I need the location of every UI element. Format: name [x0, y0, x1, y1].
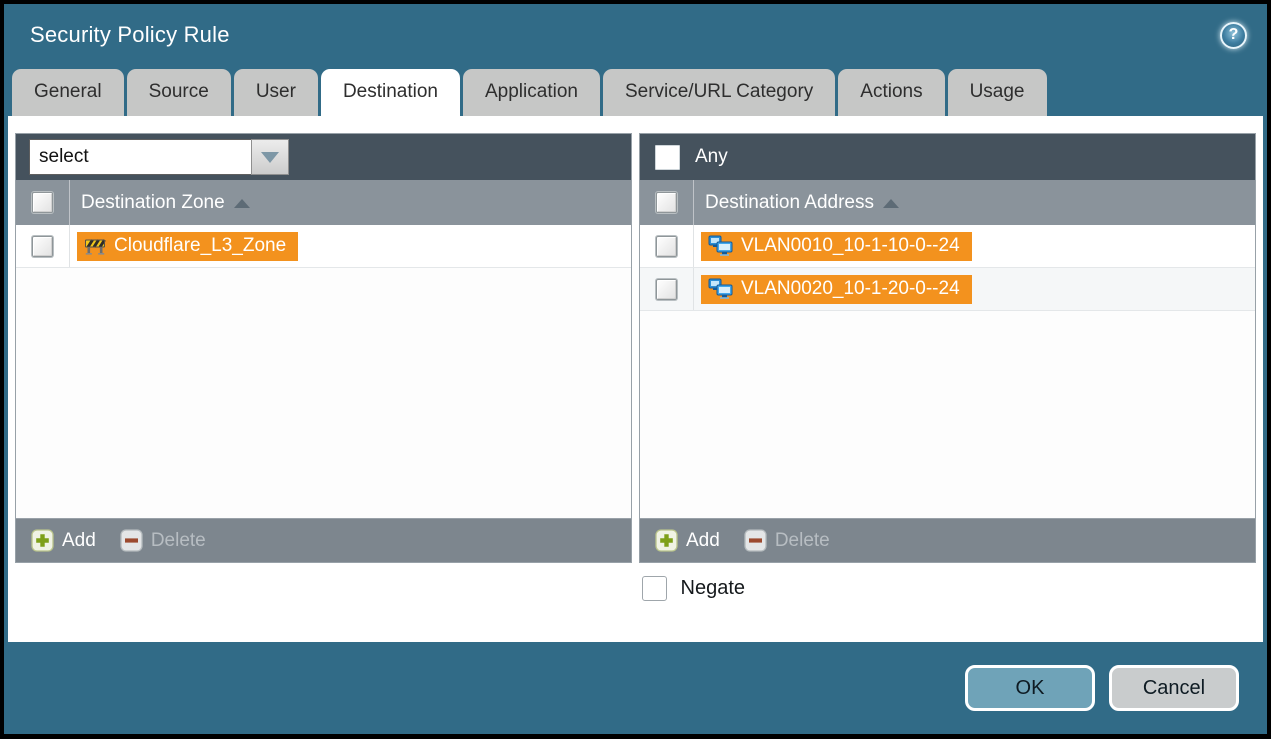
- destination-tab-content: select Destination Zone: [8, 116, 1263, 642]
- dialog-title: Security Policy Rule: [30, 22, 230, 48]
- zone-row-checkbox-cell: [16, 225, 70, 267]
- zone-panel-toolbar: select: [16, 134, 631, 180]
- address-row-checkbox[interactable]: [656, 279, 677, 300]
- destination-address-panel: Any Destination Address: [639, 133, 1256, 563]
- address-panel-toolbar: Any: [640, 134, 1255, 180]
- tab-service-url-category[interactable]: Service/URL Category: [603, 69, 835, 116]
- zone-row-checkbox[interactable]: [32, 236, 53, 257]
- sort-ascending-icon: [883, 199, 899, 208]
- tab-usage[interactable]: Usage: [948, 69, 1047, 116]
- zone-add-label: Add: [62, 530, 96, 552]
- zone-panel-footer: Add Delete: [16, 518, 631, 562]
- negate-checkbox[interactable]: [642, 576, 667, 601]
- address-chip[interactable]: VLAN0020_10-1-20-0--24: [701, 275, 972, 304]
- address-row-checkbox-cell: [640, 225, 694, 267]
- address-row[interactable]: VLAN0020_10-1-20-0--24: [640, 268, 1255, 311]
- zone-chip[interactable]: Cloudflare_L3_Zone: [77, 232, 298, 261]
- tab-actions[interactable]: Actions: [838, 69, 944, 116]
- zone-filter-dropdown[interactable]: select: [29, 139, 289, 175]
- minus-icon: [120, 529, 143, 552]
- chevron-down-icon: [261, 152, 279, 163]
- address-column-header-label[interactable]: Destination Address: [694, 192, 899, 214]
- zone-list: Cloudflare_L3_Zone: [16, 225, 631, 518]
- dialog-footer: OK Cancel: [4, 642, 1267, 734]
- plus-icon: [655, 529, 678, 552]
- any-checkbox[interactable]: [655, 145, 680, 170]
- title-bar: Security Policy Rule ?: [4, 4, 1267, 66]
- zone-add-button[interactable]: Add: [31, 529, 96, 552]
- address-row[interactable]: VLAN0010_10-1-10-0--24: [640, 225, 1255, 268]
- zone-name: Cloudflare_L3_Zone: [114, 235, 286, 257]
- address-column-header: Destination Address: [640, 180, 1255, 225]
- negate-spacer: [15, 576, 630, 601]
- negate-label: Negate: [681, 577, 746, 600]
- tab-general[interactable]: General: [12, 69, 124, 116]
- zone-column-header-label[interactable]: Destination Zone: [70, 192, 250, 214]
- tab-user[interactable]: User: [234, 69, 318, 116]
- address-add-label: Add: [686, 530, 720, 552]
- plus-icon: [31, 529, 54, 552]
- address-panel-footer: Add Delete: [640, 518, 1255, 562]
- address-icon: [708, 278, 733, 299]
- minus-icon: [744, 529, 767, 552]
- tab-bar: General Source User Destination Applicat…: [4, 66, 1267, 116]
- address-add-button[interactable]: Add: [655, 529, 720, 552]
- zone-select-all-checkbox[interactable]: [32, 192, 53, 213]
- address-name: VLAN0020_10-1-20-0--24: [741, 278, 960, 300]
- ok-button[interactable]: OK: [965, 665, 1095, 711]
- tab-destination[interactable]: Destination: [321, 69, 460, 116]
- address-row-checkbox[interactable]: [656, 236, 677, 257]
- destination-zone-panel: select Destination Zone: [15, 133, 632, 563]
- address-select-all-checkbox[interactable]: [656, 192, 677, 213]
- address-name: VLAN0010_10-1-10-0--24: [741, 235, 960, 257]
- tab-application[interactable]: Application: [463, 69, 600, 116]
- address-icon: [708, 235, 733, 256]
- address-chip[interactable]: VLAN0010_10-1-10-0--24: [701, 232, 972, 261]
- zone-delete-button[interactable]: Delete: [120, 529, 206, 552]
- zone-filter-dropdown-button[interactable]: [251, 139, 289, 175]
- help-icon[interactable]: ?: [1220, 22, 1247, 49]
- zone-column-title: Destination Zone: [81, 192, 225, 214]
- address-list: VLAN0010_10-1-10-0--24: [640, 225, 1255, 518]
- zone-select-all-cell: [16, 180, 70, 225]
- address-column-title: Destination Address: [705, 192, 874, 214]
- address-row-checkbox-cell: [640, 268, 694, 310]
- address-delete-label: Delete: [775, 530, 830, 552]
- negate-row: Negate: [15, 576, 1256, 601]
- zone-icon: [84, 236, 106, 255]
- security-policy-rule-dialog: Security Policy Rule ? General Source Us…: [4, 4, 1267, 734]
- address-delete-button[interactable]: Delete: [744, 529, 830, 552]
- address-select-all-cell: [640, 180, 694, 225]
- sort-ascending-icon: [234, 199, 250, 208]
- zone-column-header: Destination Zone: [16, 180, 631, 225]
- tab-source[interactable]: Source: [127, 69, 231, 116]
- zone-delete-label: Delete: [151, 530, 206, 552]
- zone-filter-value[interactable]: select: [29, 139, 251, 175]
- zone-row[interactable]: Cloudflare_L3_Zone: [16, 225, 631, 268]
- cancel-button[interactable]: Cancel: [1109, 665, 1239, 711]
- any-label: Any: [695, 146, 728, 168]
